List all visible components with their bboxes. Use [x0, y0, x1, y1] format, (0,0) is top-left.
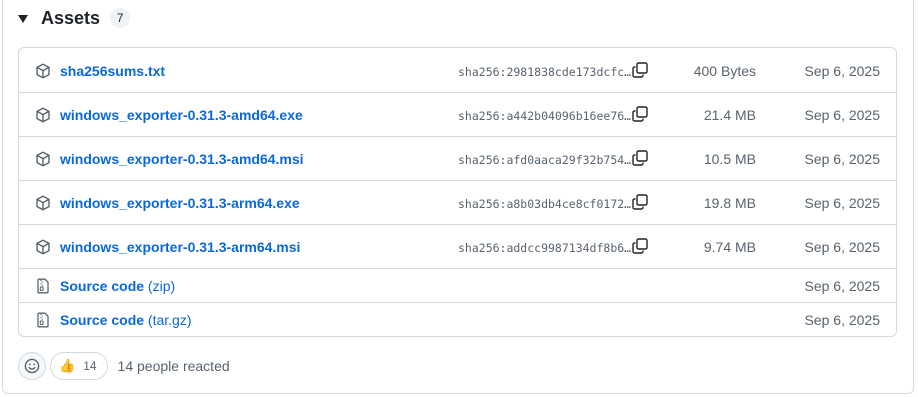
asset-sha: sha256:afd0aaca29f32b754… — [458, 153, 632, 167]
asset-size: 400 Bytes — [693, 63, 756, 79]
asset-date: Sep 6, 2025 — [804, 239, 880, 255]
source-date: Sep 6, 2025 — [804, 278, 880, 294]
asset-size: 19.8 MB — [703, 195, 756, 211]
reaction-count: 14 — [83, 359, 97, 373]
copy-icon[interactable] — [631, 105, 649, 123]
copy-icon[interactable] — [631, 193, 649, 211]
asset-link[interactable]: sha256sums.txt — [60, 63, 165, 79]
source-code-targz-link[interactable]: Source code (tar.gz) — [60, 312, 192, 328]
source-code-label: Source code — [60, 278, 145, 294]
asset-link[interactable]: windows_exporter-0.31.3-amd64.exe — [60, 107, 303, 123]
thumbs-up-icon: 👍 — [59, 358, 76, 373]
assets-list: sha256sums.txt sha256:2981838cde173dcfc…… — [18, 47, 897, 337]
asset-sha: sha256:2981838cde173dcfc… — [458, 65, 632, 79]
assets-header[interactable]: Assets 7 — [18, 6, 131, 30]
asset-sha: sha256:a8b03db4ce8cf0172… — [458, 197, 632, 211]
source-code-suffix: (zip) — [147, 278, 176, 294]
source-date: Sep 6, 2025 — [804, 312, 880, 328]
asset-link[interactable]: windows_exporter-0.31.3-arm64.msi — [60, 239, 300, 255]
copy-icon[interactable] — [631, 149, 649, 167]
asset-row: windows_exporter-0.31.3-amd64.msi sha256… — [19, 136, 896, 180]
asset-link[interactable]: windows_exporter-0.31.3-amd64.msi — [60, 151, 304, 167]
asset-date: Sep 6, 2025 — [804, 195, 880, 211]
smiley-icon[interactable] — [18, 352, 46, 380]
package-icon — [35, 195, 51, 211]
asset-size: 21.4 MB — [703, 107, 756, 123]
assets-title: Assets — [41, 7, 101, 28]
source-code-zip-link[interactable]: Source code (zip) — [60, 278, 175, 294]
file-zip-icon — [35, 278, 51, 294]
reactions-bar: 👍 14 14 people reacted — [18, 352, 230, 380]
copy-icon[interactable] — [631, 61, 649, 79]
file-zip-icon — [35, 312, 51, 328]
asset-link[interactable]: windows_exporter-0.31.3-arm64.exe — [60, 195, 300, 211]
asset-sha: sha256:addcc9987134df8b6… — [458, 241, 632, 255]
assets-count-badge: 7 — [110, 8, 131, 28]
package-icon — [35, 63, 51, 79]
source-code-suffix: (tar.gz) — [147, 312, 192, 328]
asset-row: windows_exporter-0.31.3-arm64.exe sha256… — [19, 180, 896, 224]
asset-row: sha256sums.txt sha256:2981838cde173dcfc…… — [19, 48, 896, 92]
package-icon — [35, 151, 51, 167]
source-row: Source code (zip) Sep 6, 2025 — [19, 268, 896, 302]
thumbs-up-reaction-button[interactable]: 👍 14 — [50, 352, 108, 380]
copy-icon[interactable] — [631, 237, 649, 255]
asset-size: 9.74 MB — [703, 239, 756, 255]
asset-row: windows_exporter-0.31.3-amd64.exe sha256… — [19, 92, 896, 136]
asset-date: Sep 6, 2025 — [804, 63, 880, 79]
asset-date: Sep 6, 2025 — [804, 151, 880, 167]
package-icon — [35, 107, 51, 123]
asset-sha: sha256:a442b04096b16ee76… — [458, 109, 632, 123]
reaction-summary: 14 people reacted — [117, 358, 230, 374]
source-code-label: Source code — [60, 312, 145, 328]
asset-size: 10.5 MB — [703, 151, 756, 167]
asset-date: Sep 6, 2025 — [804, 107, 880, 123]
package-icon — [35, 239, 51, 255]
triangle-down-icon[interactable] — [18, 15, 28, 23]
asset-row: windows_exporter-0.31.3-arm64.msi sha256… — [19, 224, 896, 268]
source-row: Source code (tar.gz) Sep 6, 2025 — [19, 302, 896, 336]
